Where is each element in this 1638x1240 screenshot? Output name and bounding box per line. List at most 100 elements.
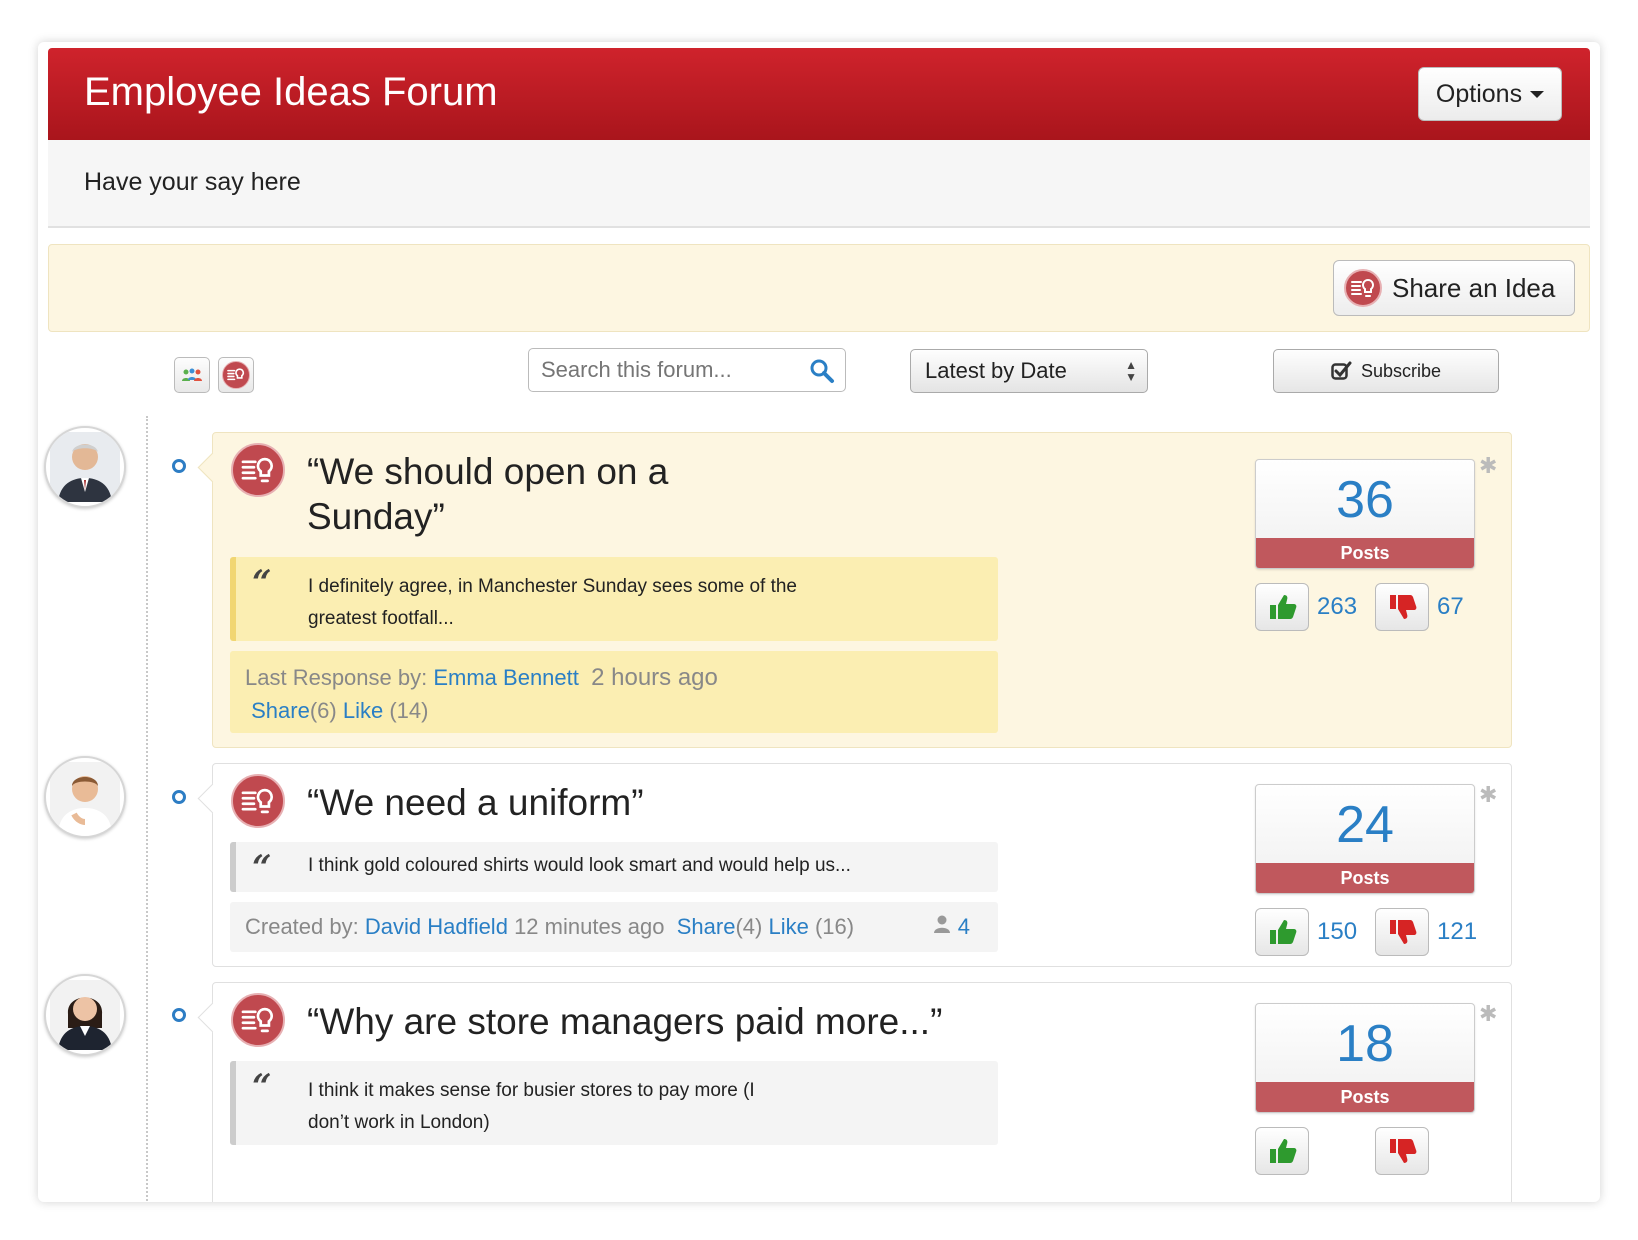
posts-label: Posts <box>1256 1082 1474 1112</box>
followers[interactable]: 4 <box>932 910 970 943</box>
author-link[interactable]: Emma Bennett <box>433 665 579 690</box>
options-label: Options <box>1435 79 1523 108</box>
timeline-dot <box>172 790 186 804</box>
caret-down-icon <box>1530 90 1545 98</box>
vote-row: 263 67 <box>1255 583 1475 633</box>
thumbs-down-icon <box>1390 595 1417 619</box>
post-meta: Last Response by: Emma Bennett 2 hours a… <box>230 651 998 733</box>
thumbs-down-icon <box>1390 920 1417 944</box>
post-quote: “ I think gold coloured shirts would loo… <box>230 842 998 892</box>
quote-mark-icon: “ <box>252 848 272 888</box>
person-icon <box>933 915 950 933</box>
idea-lightbulb-icon <box>231 443 285 497</box>
posts-count-box[interactable]: 36 Posts <box>1255 459 1475 569</box>
down-vote-count: 121 <box>1437 918 1478 945</box>
thumbs-up-button[interactable] <box>1255 1127 1309 1175</box>
thumbs-up-button[interactable] <box>1255 583 1309 631</box>
forum-search <box>528 348 846 392</box>
post-quote: “ I think it makes sense for busier stor… <box>230 1061 998 1145</box>
share-idea-button[interactable]: Share an Idea <box>1333 260 1575 316</box>
share-link[interactable]: Share <box>677 914 736 939</box>
options-button[interactable]: Options <box>1418 67 1562 121</box>
view-people-toggle[interactable] <box>174 357 210 393</box>
timeline-dot <box>172 459 186 473</box>
forum-subtitle-bar: Have your say here <box>48 140 1590 228</box>
timeline-line <box>146 416 148 1202</box>
share-idea-bar: Share an Idea <box>48 244 1590 332</box>
thumbs-down-button[interactable] <box>1375 1127 1429 1175</box>
post-stats: 18 Posts <box>1255 1003 1475 1177</box>
quote-mark-icon: “ <box>252 563 272 603</box>
subscribe-label: Subscribe <box>1360 360 1442 381</box>
share-link[interactable]: Share <box>251 698 310 723</box>
thumbs-down-button[interactable] <box>1375 908 1429 956</box>
quote-text: I think gold coloured shirts would look … <box>308 855 851 876</box>
forum-subtitle: Have your say here <box>84 168 301 196</box>
search-icon[interactable] <box>809 358 835 384</box>
posts-count: 24 <box>1336 796 1394 854</box>
quote-mark-icon: “ <box>252 1067 272 1107</box>
author-link[interactable]: David Hadfield <box>365 914 508 939</box>
up-vote-count: 263 <box>1317 593 1358 620</box>
checkbox-checked-icon <box>1331 361 1352 380</box>
thumbs-down-button[interactable] <box>1375 583 1429 631</box>
sort-select[interactable]: Latest by Date ▲ ▼ <box>910 349 1148 393</box>
post-title[interactable]: “Why are store managers paid more...” <box>307 999 1007 1044</box>
avatar[interactable] <box>44 974 126 1056</box>
subscribe-button[interactable]: Subscribe <box>1273 349 1499 393</box>
vote-row <box>1255 1127 1475 1177</box>
meta-prefix: Last Response by: <box>245 665 428 690</box>
share-idea-label: Share an Idea <box>1392 272 1556 303</box>
avatar[interactable] <box>44 426 126 508</box>
thumbs-up-button[interactable] <box>1255 908 1309 956</box>
post-quote: “ I definitely agree, in Manchester Sund… <box>230 557 998 641</box>
search-input[interactable] <box>539 356 793 384</box>
sort-selected-value: Latest by Date <box>925 358 1067 383</box>
avatar[interactable] <box>44 756 126 838</box>
share-count: (6) <box>309 698 337 723</box>
posts-count-box[interactable]: 18 Posts <box>1255 1003 1475 1113</box>
like-link[interactable]: Like <box>343 698 383 723</box>
post-card: “We should open on a Sunday” “ I definit… <box>197 432 1512 748</box>
timeline-dot <box>172 1008 186 1022</box>
posts-label: Posts <box>1256 538 1474 568</box>
gear-icon[interactable]: ✱ <box>1479 782 1497 808</box>
card-pointer <box>197 452 228 483</box>
view-ideas-toggle[interactable] <box>218 357 254 393</box>
followers-count: 4 <box>957 914 970 939</box>
post-card: “We need a uniform” “ I think gold colou… <box>197 763 1512 967</box>
card-pointer <box>197 1002 228 1033</box>
share-count: (4) <box>735 914 763 939</box>
select-arrows-icon: ▲ ▼ <box>1125 358 1137 384</box>
down-vote-count: 67 <box>1437 593 1464 620</box>
post-title[interactable]: “We need a uniform” <box>307 780 1007 825</box>
posts-count: 36 <box>1336 471 1394 529</box>
posts-label: Posts <box>1256 863 1474 893</box>
post-meta: Created by: David Hadfield 12 minutes ag… <box>230 902 998 952</box>
like-count: (16) <box>814 914 855 939</box>
thumbs-up-icon <box>1270 595 1297 619</box>
like-link[interactable]: Like <box>768 914 808 939</box>
post-stats: 36 Posts 263 67 <box>1255 459 1475 633</box>
thumbs-up-icon <box>1270 920 1297 944</box>
idea-lightbulb-icon <box>222 361 250 389</box>
thumbs-down-icon <box>1390 1139 1417 1163</box>
card-pointer <box>197 783 228 814</box>
avatar-man-suit-image <box>50 432 120 502</box>
gear-icon[interactable]: ✱ <box>1479 1001 1497 1027</box>
idea-lightbulb-icon <box>231 993 285 1047</box>
posts-count: 18 <box>1336 1015 1394 1073</box>
posts-count-box[interactable]: 24 Posts <box>1255 784 1475 894</box>
forum-title: Employee Ideas Forum <box>84 70 498 114</box>
meta-prefix: Created by: <box>245 914 359 939</box>
vote-row: 150 121 <box>1255 908 1478 958</box>
idea-lightbulb-icon <box>231 774 285 828</box>
avatar-man-smiling-image <box>50 762 120 832</box>
post-title[interactable]: “We should open on a Sunday” <box>307 449 687 539</box>
forum-window: Employee Ideas Forum Options Have your s… <box>38 42 1600 1202</box>
gear-icon[interactable]: ✱ <box>1479 453 1497 479</box>
thumbs-up-icon <box>1270 1139 1297 1163</box>
people-group-icon <box>182 368 202 381</box>
post-time: 12 minutes ago <box>514 914 665 939</box>
up-vote-count: 150 <box>1317 918 1358 945</box>
